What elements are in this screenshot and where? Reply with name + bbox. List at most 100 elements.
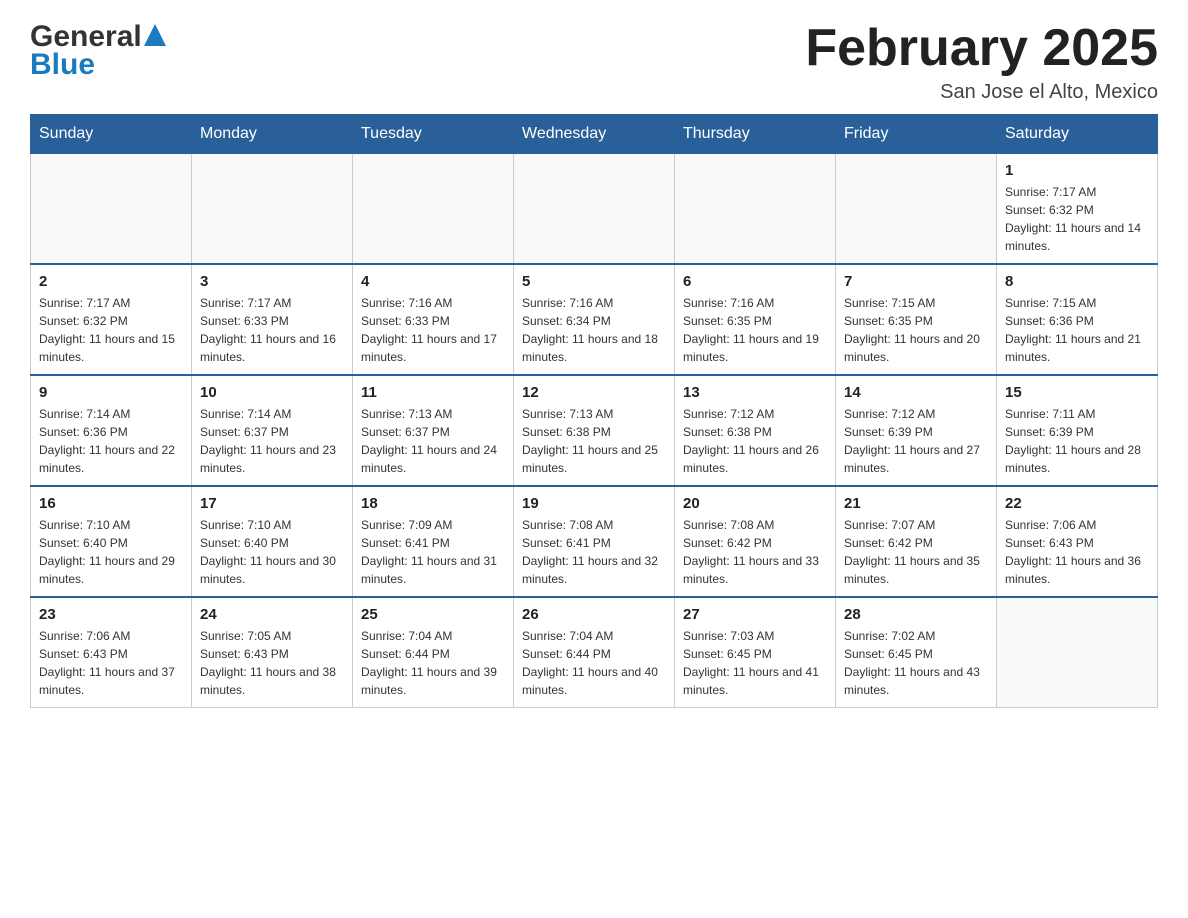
calendar-cell: 20 Sunrise: 7:08 AMSunset: 6:42 PMDayligh… bbox=[675, 486, 836, 597]
calendar-cell: 10Sunrise: 7:14 AMSunset: 6:37 PMDayligh… bbox=[192, 375, 353, 486]
day-number: 5 bbox=[522, 273, 666, 290]
calendar-cell: 16 Sunrise: 7:10 AMSunset: 6:40 PMDayligh… bbox=[31, 486, 192, 597]
page-header: General Blue February 2025 San Jose el A… bbox=[30, 20, 1158, 104]
calendar-cell: 21 Sunrise: 7:07 AMSunset: 6:42 PMDayligh… bbox=[836, 486, 997, 597]
weekday-header-row: Sunday Monday Tuesday Wednesday Thursday… bbox=[31, 115, 1158, 154]
calendar-week-row: 9 Sunrise: 7:14 AMSunset: 6:36 PMDaylight… bbox=[31, 375, 1158, 486]
header-sunday: Sunday bbox=[31, 115, 192, 154]
header-monday: Monday bbox=[192, 115, 353, 154]
calendar-cell: 14 Sunrise: 7:12 AMSunset: 6:39 PMDayligh… bbox=[836, 375, 997, 486]
day-info: Sunrise: 7:12 AMSunset: 6:38 PMDaylight:… bbox=[683, 405, 827, 477]
calendar-cell: 18Sunrise: 7:09 AMSunset: 6:41 PMDayligh… bbox=[353, 486, 514, 597]
calendar-cell: 23 Sunrise: 7:06 AMSunset: 6:43 PMDayligh… bbox=[31, 597, 192, 708]
calendar-cell: 2 Sunrise: 7:17 AMSunset: 6:32 PMDaylight… bbox=[31, 264, 192, 375]
header-thursday: Thursday bbox=[675, 115, 836, 154]
day-info: Sunrise: 7:02 AMSunset: 6:45 PMDaylight:… bbox=[844, 627, 988, 699]
calendar-cell: 13 Sunrise: 7:12 AMSunset: 6:38 PMDayligh… bbox=[675, 375, 836, 486]
calendar-cell: 1 Sunrise: 7:17 AMSunset: 6:32 PMDaylight… bbox=[997, 154, 1158, 265]
day-number: 4 bbox=[361, 273, 505, 290]
calendar-cell: 3 Sunrise: 7:17 AMSunset: 6:33 PMDaylight… bbox=[192, 264, 353, 375]
day-number: 2 bbox=[39, 273, 183, 290]
day-number: 27 bbox=[683, 606, 827, 623]
calendar-cell bbox=[353, 154, 514, 265]
day-info: Sunrise: 7:05 AMSunset: 6:43 PMDaylight:… bbox=[200, 627, 344, 699]
day-info: Sunrise: 7:17 AMSunset: 6:32 PMDaylight:… bbox=[1005, 183, 1149, 255]
day-info: Sunrise: 7:12 AMSunset: 6:39 PMDaylight:… bbox=[844, 405, 988, 477]
day-info: Sunrise: 7:13 AMSunset: 6:38 PMDaylight:… bbox=[522, 405, 666, 477]
day-number: 13 bbox=[683, 384, 827, 401]
day-number: 6 bbox=[683, 273, 827, 290]
day-number: 22 bbox=[1005, 495, 1149, 512]
day-info: Sunrise: 7:10 AMSunset: 6:40 PMDaylight:… bbox=[200, 516, 344, 588]
calendar-cell: 9 Sunrise: 7:14 AMSunset: 6:36 PMDaylight… bbox=[31, 375, 192, 486]
day-info: Sunrise: 7:10 AMSunset: 6:40 PMDaylight:… bbox=[39, 516, 183, 588]
calendar-cell: 15 Sunrise: 7:11 AMSunset: 6:39 PMDayligh… bbox=[997, 375, 1158, 486]
day-number: 14 bbox=[844, 384, 988, 401]
day-number: 8 bbox=[1005, 273, 1149, 290]
day-number: 26 bbox=[522, 606, 666, 623]
header-saturday: Saturday bbox=[997, 115, 1158, 154]
header-tuesday: Tuesday bbox=[353, 115, 514, 154]
calendar-cell: 17 Sunrise: 7:10 AMSunset: 6:40 PMDayligh… bbox=[192, 486, 353, 597]
header-friday: Friday bbox=[836, 115, 997, 154]
calendar-week-row: 1 Sunrise: 7:17 AMSunset: 6:32 PMDaylight… bbox=[31, 154, 1158, 265]
month-title: February 2025 bbox=[805, 20, 1158, 77]
day-info: Sunrise: 7:16 AMSunset: 6:34 PMDaylight:… bbox=[522, 294, 666, 366]
day-info: Sunrise: 7:06 AMSunset: 6:43 PMDaylight:… bbox=[1005, 516, 1149, 588]
calendar-cell: 26 Sunrise: 7:04 AMSunset: 6:44 PMDayligh… bbox=[514, 597, 675, 708]
day-number: 17 bbox=[200, 495, 344, 512]
day-info: Sunrise: 7:14 AMSunset: 6:37 PMDaylight:… bbox=[200, 405, 344, 477]
day-info: Sunrise: 7:15 AMSunset: 6:36 PMDaylight:… bbox=[1005, 294, 1149, 366]
day-info: Sunrise: 7:04 AMSunset: 6:44 PMDaylight:… bbox=[361, 627, 505, 699]
day-info: Sunrise: 7:11 AMSunset: 6:39 PMDaylight:… bbox=[1005, 405, 1149, 477]
calendar-cell: 8 Sunrise: 7:15 AMSunset: 6:36 PMDaylight… bbox=[997, 264, 1158, 375]
calendar-cell: 19 Sunrise: 7:08 AMSunset: 6:41 PMDayligh… bbox=[514, 486, 675, 597]
day-number: 7 bbox=[844, 273, 988, 290]
calendar-week-row: 16 Sunrise: 7:10 AMSunset: 6:40 PMDayligh… bbox=[31, 486, 1158, 597]
day-number: 3 bbox=[200, 273, 344, 290]
calendar-cell: 25Sunrise: 7:04 AMSunset: 6:44 PMDayligh… bbox=[353, 597, 514, 708]
calendar-cell: 6 Sunrise: 7:16 AMSunset: 6:35 PMDaylight… bbox=[675, 264, 836, 375]
calendar-cell bbox=[836, 154, 997, 265]
day-number: 19 bbox=[522, 495, 666, 512]
calendar-cell: 11 Sunrise: 7:13 AMSunset: 6:37 PMDayligh… bbox=[353, 375, 514, 486]
calendar-cell: 4 Sunrise: 7:16 AMSunset: 6:33 PMDaylight… bbox=[353, 264, 514, 375]
day-number: 16 bbox=[39, 495, 183, 512]
day-number: 12 bbox=[522, 384, 666, 401]
calendar-cell: 28 Sunrise: 7:02 AMSunset: 6:45 PMDayligh… bbox=[836, 597, 997, 708]
day-info: Sunrise: 7:04 AMSunset: 6:44 PMDaylight:… bbox=[522, 627, 666, 699]
calendar-cell: 27Sunrise: 7:03 AMSunset: 6:45 PMDayligh… bbox=[675, 597, 836, 708]
calendar-cell bbox=[514, 154, 675, 265]
day-info: Sunrise: 7:08 AMSunset: 6:41 PMDaylight:… bbox=[522, 516, 666, 588]
title-section: February 2025 San Jose el Alto, Mexico bbox=[805, 20, 1158, 104]
day-info: Sunrise: 7:16 AMSunset: 6:35 PMDaylight:… bbox=[683, 294, 827, 366]
day-number: 28 bbox=[844, 606, 988, 623]
calendar-cell: 5 Sunrise: 7:16 AMSunset: 6:34 PMDaylight… bbox=[514, 264, 675, 375]
day-number: 20 bbox=[683, 495, 827, 512]
calendar-cell bbox=[675, 154, 836, 265]
logo: General Blue bbox=[30, 20, 166, 82]
calendar-cell: 7Sunrise: 7:15 AMSunset: 6:35 PMDaylight… bbox=[836, 264, 997, 375]
day-number: 21 bbox=[844, 495, 988, 512]
day-number: 1 bbox=[1005, 162, 1149, 179]
day-info: Sunrise: 7:16 AMSunset: 6:33 PMDaylight:… bbox=[361, 294, 505, 366]
day-info: Sunrise: 7:08 AMSunset: 6:42 PMDaylight:… bbox=[683, 516, 827, 588]
day-info: Sunrise: 7:14 AMSunset: 6:36 PMDaylight:… bbox=[39, 405, 183, 477]
day-info: Sunrise: 7:06 AMSunset: 6:43 PMDaylight:… bbox=[39, 627, 183, 699]
day-number: 23 bbox=[39, 606, 183, 623]
day-number: 15 bbox=[1005, 384, 1149, 401]
day-number: 11 bbox=[361, 384, 505, 401]
calendar-cell bbox=[31, 154, 192, 265]
day-info: Sunrise: 7:13 AMSunset: 6:37 PMDaylight:… bbox=[361, 405, 505, 477]
location-subtitle: San Jose el Alto, Mexico bbox=[805, 81, 1158, 104]
day-number: 9 bbox=[39, 384, 183, 401]
logo-blue-text: Blue bbox=[30, 48, 95, 82]
calendar-cell bbox=[192, 154, 353, 265]
day-info: Sunrise: 7:09 AMSunset: 6:41 PMDaylight:… bbox=[361, 516, 505, 588]
calendar-cell: 12 Sunrise: 7:13 AMSunset: 6:38 PMDayligh… bbox=[514, 375, 675, 486]
logo-arrow-icon bbox=[144, 24, 166, 46]
day-number: 24 bbox=[200, 606, 344, 623]
day-info: Sunrise: 7:07 AMSunset: 6:42 PMDaylight:… bbox=[844, 516, 988, 588]
day-info: Sunrise: 7:17 AMSunset: 6:32 PMDaylight:… bbox=[39, 294, 183, 366]
day-info: Sunrise: 7:17 AMSunset: 6:33 PMDaylight:… bbox=[200, 294, 344, 366]
